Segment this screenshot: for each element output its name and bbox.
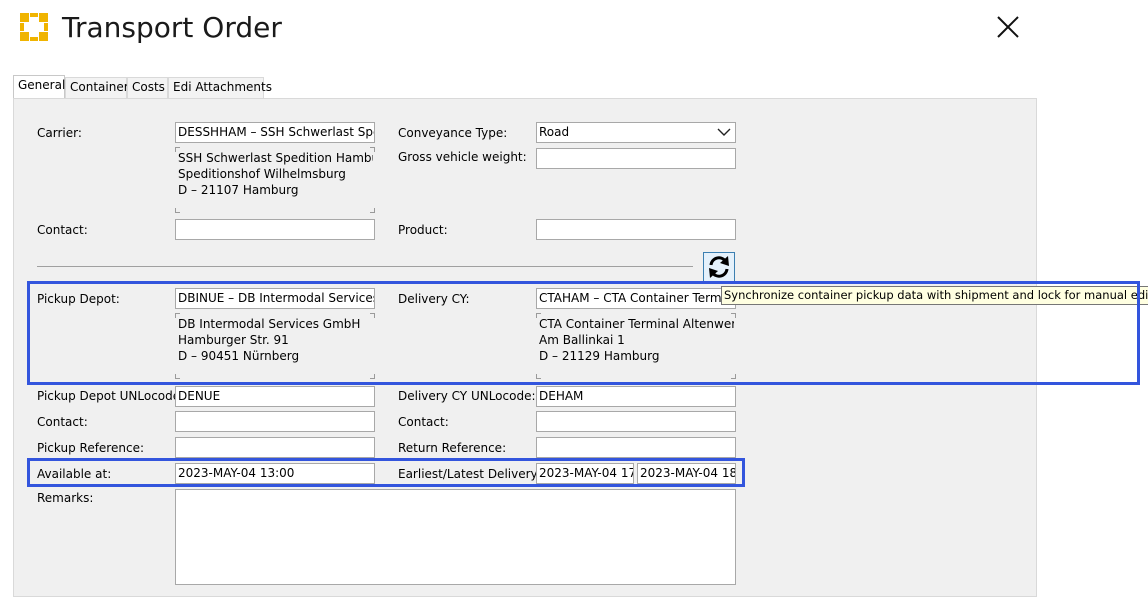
close-icon[interactable] — [995, 14, 1021, 40]
sync-button[interactable] — [703, 252, 735, 282]
product-label: Product: — [398, 223, 448, 237]
chevron-down-icon — [716, 124, 732, 142]
remarks-label: Remarks: — [37, 491, 94, 505]
tab-edi-attachments[interactable]: Edi Attachments — [168, 77, 272, 98]
carrier-address-line-3: D – 21107 Hamburg — [178, 183, 299, 197]
conveyance-type-select[interactable]: Road — [536, 122, 736, 143]
carrier-contact-label: Contact: — [37, 223, 88, 237]
gross-vehicle-weight-label: Gross vehicle weight: — [398, 150, 527, 164]
window-title: Transport Order — [62, 11, 282, 44]
conveyance-type-label: Conveyance Type: — [398, 126, 508, 140]
address-frame-corner — [175, 147, 180, 152]
tab-costs[interactable]: Costs — [127, 77, 168, 98]
separator — [37, 266, 693, 267]
pickup-depot-unlocode-label: Pickup Depot UNLocode: — [37, 389, 185, 403]
delivery-cy-unlocode-input[interactable]: DEHAM — [536, 386, 736, 407]
pickup-reference-label: Pickup Reference: — [37, 441, 144, 455]
pickup-contact-input[interactable] — [175, 411, 375, 432]
carrier-input[interactable]: DESSHHAM – SSH Schwerlast Spediti — [175, 122, 375, 143]
delivery-contact-label: Contact: — [398, 415, 449, 429]
product-input[interactable] — [536, 219, 736, 240]
gross-vehicle-weight-input[interactable] — [536, 148, 736, 169]
conveyance-type-value: Road — [539, 125, 570, 139]
address-frame-corner — [370, 208, 375, 213]
return-reference-label: Return Reference: — [398, 441, 507, 455]
carrier-address-line-2: Speditionshof Wilhelmsburg — [178, 167, 346, 181]
remarks-textarea[interactable] — [175, 489, 736, 585]
delivery-contact-input[interactable] — [536, 411, 736, 432]
logo-icon — [20, 13, 48, 41]
pickup-depot-unlocode-input[interactable]: DENUE — [175, 386, 375, 407]
delivery-cy-unlocode-label: Delivery CY UNLocode: — [398, 389, 536, 403]
return-reference-input[interactable] — [536, 437, 736, 458]
address-frame-corner — [370, 147, 375, 152]
address-frame-corner — [175, 208, 180, 213]
highlight-box-dates — [27, 458, 745, 487]
carrier-contact-input[interactable] — [175, 219, 375, 240]
tab-container[interactable]: Container — [65, 77, 129, 98]
carrier-address-line-1: SSH Schwerlast Spedition Hambur... — [178, 151, 373, 165]
pickup-contact-label: Contact: — [37, 415, 88, 429]
carrier-label: Carrier: — [37, 126, 82, 140]
pickup-reference-input[interactable] — [175, 437, 375, 458]
highlight-box-depot — [27, 281, 1140, 385]
carrier-address: SSH Schwerlast Spedition Hambur... Spedi… — [178, 150, 373, 198]
sync-icon — [709, 256, 729, 278]
tab-general[interactable]: General — [13, 75, 65, 98]
